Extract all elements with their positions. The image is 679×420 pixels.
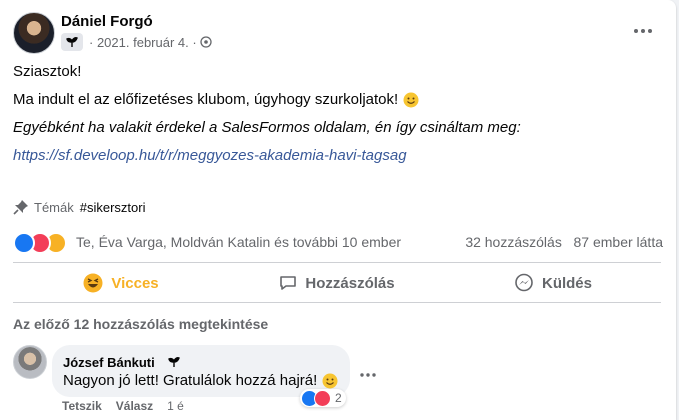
post-line-2-text: Ma indult el az előfizetéses klubom, úgy… <box>13 91 399 108</box>
reactions-people[interactable]: Te, Éva Varga, Moldván Katalin és tovább… <box>76 234 401 250</box>
comment-label: Hozzászólás <box>305 274 395 292</box>
comment-icon <box>279 274 297 292</box>
post-line-3: Egyébként ha valakit érdekel a SalesForm… <box>13 119 521 136</box>
commenter-avatar[interactable] <box>13 345 47 379</box>
topics-label: Témák <box>34 199 74 215</box>
comment-actions: Tetszik Válasz 1 é <box>62 399 184 413</box>
comment-author[interactable]: József Bánkuti <box>63 355 155 370</box>
dot-separator: · <box>89 34 97 50</box>
comment-like-link[interactable]: Tetszik <box>62 399 102 413</box>
view-previous-comments[interactable]: Az előző 12 hozzászólás megtekintése <box>13 316 268 332</box>
smile-emoji <box>403 92 419 108</box>
smile-emoji <box>322 373 338 389</box>
divider <box>13 262 661 263</box>
topic-tag[interactable]: #sikersztori <box>80 200 146 215</box>
comment-button[interactable]: Hozzászólás <box>229 265 445 301</box>
react-label: Vicces <box>111 274 159 292</box>
haha-icon <box>83 273 103 293</box>
share-button[interactable]: Küldés <box>445 265 661 301</box>
comment-text: Nagyon jó lett! Gratulálok hozzá hajrá! <box>63 372 318 389</box>
comments-count[interactable]: 32 hozzászólás <box>465 234 562 250</box>
globe-icon <box>200 36 212 48</box>
post-date[interactable]: 2021. február 4. <box>97 35 189 50</box>
post-meta: · 2021. február 4. · <box>61 33 212 51</box>
reactions-summary: Te, Éva Varga, Moldván Katalin és tovább… <box>13 232 663 254</box>
author-avatar[interactable] <box>13 12 55 54</box>
sprout-badge-icon[interactable] <box>163 353 185 371</box>
comment-reactions[interactable]: 2 <box>300 389 346 407</box>
post-line-2: Ma indult el az előfizetéses klubom, úgy… <box>13 91 419 108</box>
react-button[interactable]: Vicces <box>13 265 229 301</box>
pin-icon <box>13 199 29 215</box>
love-reaction-icon <box>314 389 331 407</box>
post-counts: 32 hozzászólás 87 ember látta <box>465 234 663 250</box>
like-reaction-icon[interactable] <box>13 232 35 254</box>
seen-count[interactable]: 87 ember látta <box>574 234 664 250</box>
post-link[interactable]: https://sf.develoop.hu/t/r/meggyozes-aka… <box>13 147 407 164</box>
post-greeting: Sziasztok! <box>13 63 82 80</box>
post-card: Dániel Forgó · 2021. február 4. · Sziasz… <box>0 0 676 420</box>
action-bar: Vicces Hozzászólás Küldés <box>13 265 661 301</box>
comment-reply-link[interactable]: Válasz <box>116 399 153 413</box>
topics-row: Témák #sikersztori <box>13 199 145 215</box>
author-name[interactable]: Dániel Forgó <box>61 13 153 30</box>
share-label: Küldés <box>541 274 592 292</box>
dot-separator: · <box>188 34 201 50</box>
comment-more-icon[interactable] <box>360 365 376 383</box>
messenger-icon <box>514 273 534 293</box>
comment-reaction-count: 2 <box>335 391 342 405</box>
comment-author-row: József Bánkuti <box>63 353 185 371</box>
comment-text-row: Nagyon jó lett! Gratulálok hozzá hajrá! <box>63 372 338 389</box>
divider <box>13 302 661 303</box>
sprout-badge-icon[interactable] <box>61 33 83 51</box>
comment-time[interactable]: 1 é <box>167 399 184 413</box>
more-icon[interactable] <box>629 17 657 45</box>
